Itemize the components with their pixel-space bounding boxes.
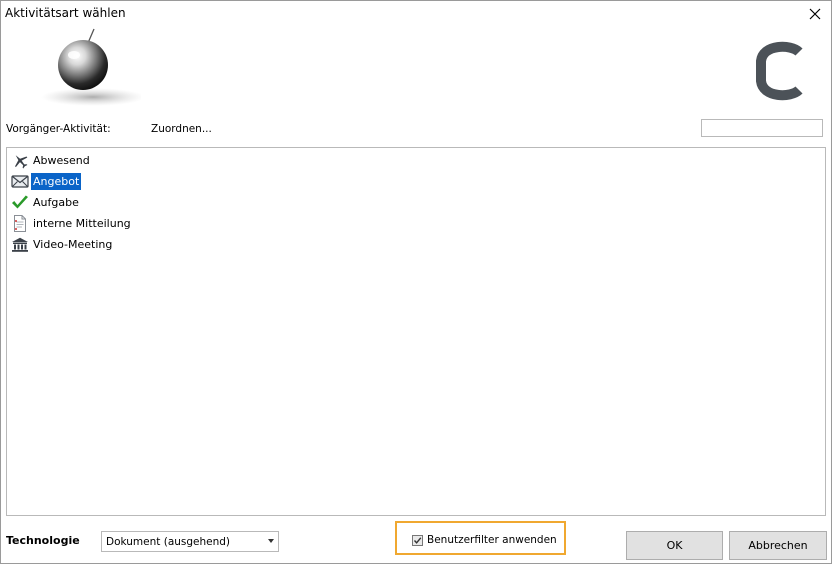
list-item-label: Video-Meeting [33,238,113,251]
list-item-label: Abwesend [33,154,90,167]
list-item[interactable]: interne Mitteilung [10,214,133,233]
dialog-window: Aktivitätsart wählen Vorgänger-Aktivität… [0,0,832,564]
user-filter-label: Benutzerfilter anwenden [427,534,557,546]
close-icon [809,8,821,20]
list-item[interactable]: Abwesend [10,151,92,170]
technology-label: Technologie [6,534,80,547]
checkbox-check-icon [413,537,422,544]
cancel-button[interactable]: Abbrechen [729,531,827,560]
close-button[interactable] [799,1,831,27]
predecessor-label: Vorgänger-Aktivität: [6,123,111,135]
chevron-down-icon [268,539,274,543]
activity-type-list[interactable]: Abwesend Angebot Aufgabe interne Mitteil… [6,147,826,516]
ok-button[interactable]: OK [626,531,723,560]
technology-value: Dokument (ausgehend) [106,536,231,548]
list-item[interactable]: Video-Meeting [10,235,114,254]
user-filter-option[interactable]: Benutzerfilter anwenden [395,521,566,555]
chrome-ball-logo [41,28,141,106]
brand-c-logo [756,41,803,101]
envelope-icon [10,173,30,191]
airplane-icon [10,152,30,170]
document-icon [10,215,30,233]
window-title: Aktivitätsart wählen [5,6,126,20]
search-input[interactable] [701,119,823,137]
building-icon [10,236,30,254]
list-item-label: Aufgabe [33,196,79,209]
list-item[interactable]: Aufgabe [10,193,81,212]
list-item-label: Angebot [31,173,82,190]
title-bar: Aktivitätsart wählen [1,1,831,27]
checkmark-icon [10,194,30,212]
assign-link[interactable]: Zuordnen... [151,123,212,135]
list-item-label: interne Mitteilung [33,217,131,230]
user-filter-checkbox[interactable] [412,535,423,546]
technology-select[interactable]: Dokument (ausgehend) [101,531,279,552]
list-item[interactable]: Angebot [10,172,82,191]
